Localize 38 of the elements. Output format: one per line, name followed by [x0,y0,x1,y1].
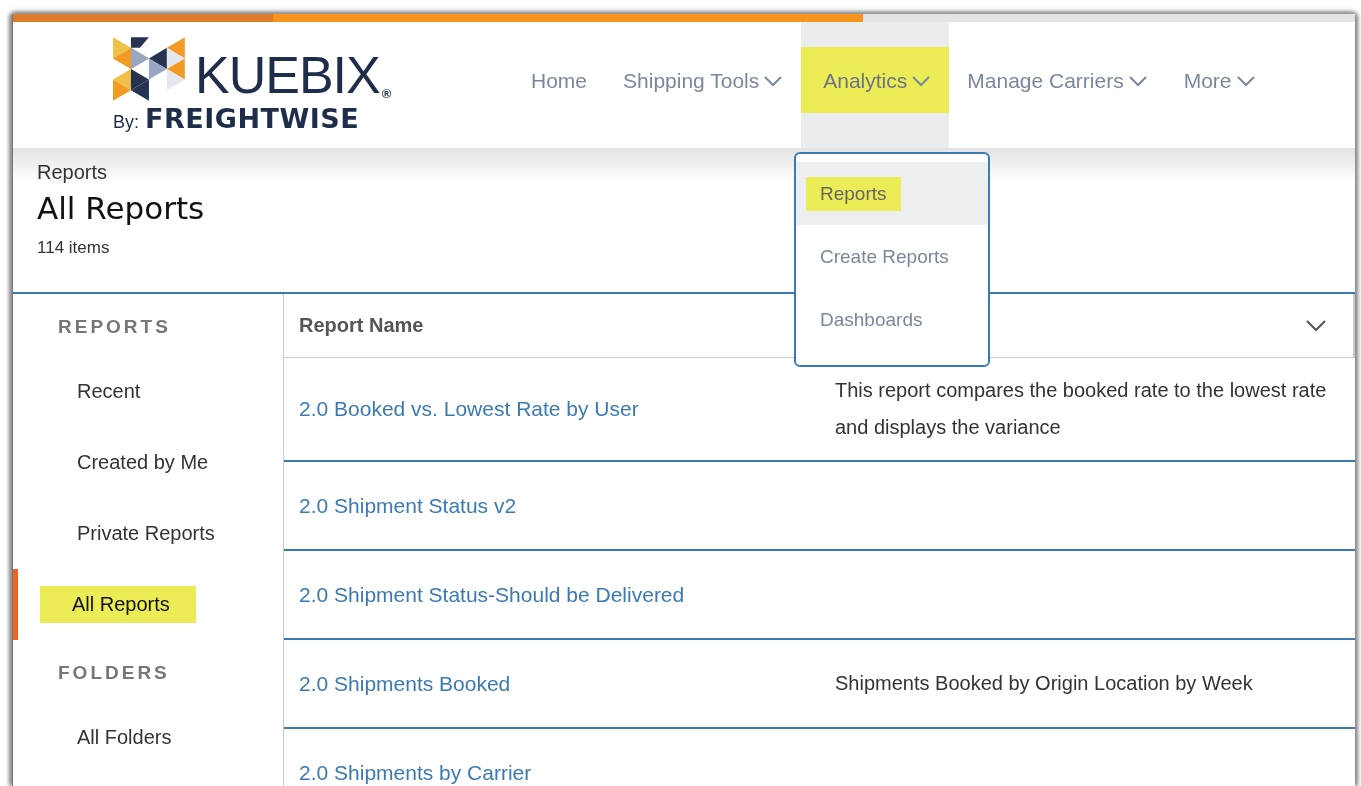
menu-item-label: Dashboards [819,307,924,332]
page-title: All Reports [37,190,205,226]
chevron-down-icon [1127,75,1148,87]
menu-item[interactable]: Dashboards [796,288,988,351]
sidebar-item[interactable]: All Reports [13,569,283,640]
registered-mark: ® [381,85,392,101]
chevron-down-icon [1235,75,1256,87]
nav-link[interactable]: Analytics [801,47,950,113]
report-link[interactable]: 2.0 Shipments by Carrier [299,760,835,785]
sidebar-item[interactable]: Recent [13,356,283,427]
menu-item-label: Reports [806,176,901,211]
logo-name: KUEBIX [195,48,380,101]
sidebar-heading: REPORTS [57,315,172,339]
menu-item-label: Create Reports [819,244,950,269]
column-header[interactable]: Report Name [299,314,424,337]
report-link[interactable]: 2.0 Shipment Status-Should be Delivered [299,582,835,607]
nav-link[interactable]: More [1165,47,1274,115]
chevron-down-icon [911,75,932,87]
menu-item[interactable]: Create Reports [796,225,988,288]
sidebar-heading: FOLDERS [57,661,171,685]
sidebar-item[interactable]: All Folders [13,702,283,773]
chevron-down-icon[interactable] [1305,318,1327,333]
item-count: 114 items [37,238,110,258]
nav-link[interactable]: Shipping Tools [605,47,802,115]
breadcrumb: Reports [37,160,108,184]
sidebar-item[interactable]: Private Reports [13,498,283,569]
logo-by: By: [113,111,139,133]
report-link[interactable]: 2.0 Shipments Booked [299,671,835,696]
report-description: This report compares the booked rate to the lowest rate and displays the variance [835,378,1328,440]
sidebar-item[interactable]: Created by Me [13,427,283,498]
report-link[interactable]: 2.0 Shipment Status v2 [299,493,835,518]
report-description: Shipments Booked by Origin Location by Week [835,671,1254,696]
report-link[interactable]: 2.0 Booked vs. Lowest Rate by User [299,397,835,421]
menu-item[interactable]: Reports [796,162,988,225]
nav-link[interactable]: Manage Carriers [949,47,1166,115]
logo-company: FREIGHTWISE [145,102,360,134]
chevron-down-icon [763,75,784,87]
nav-link[interactable]: Home [513,47,606,115]
